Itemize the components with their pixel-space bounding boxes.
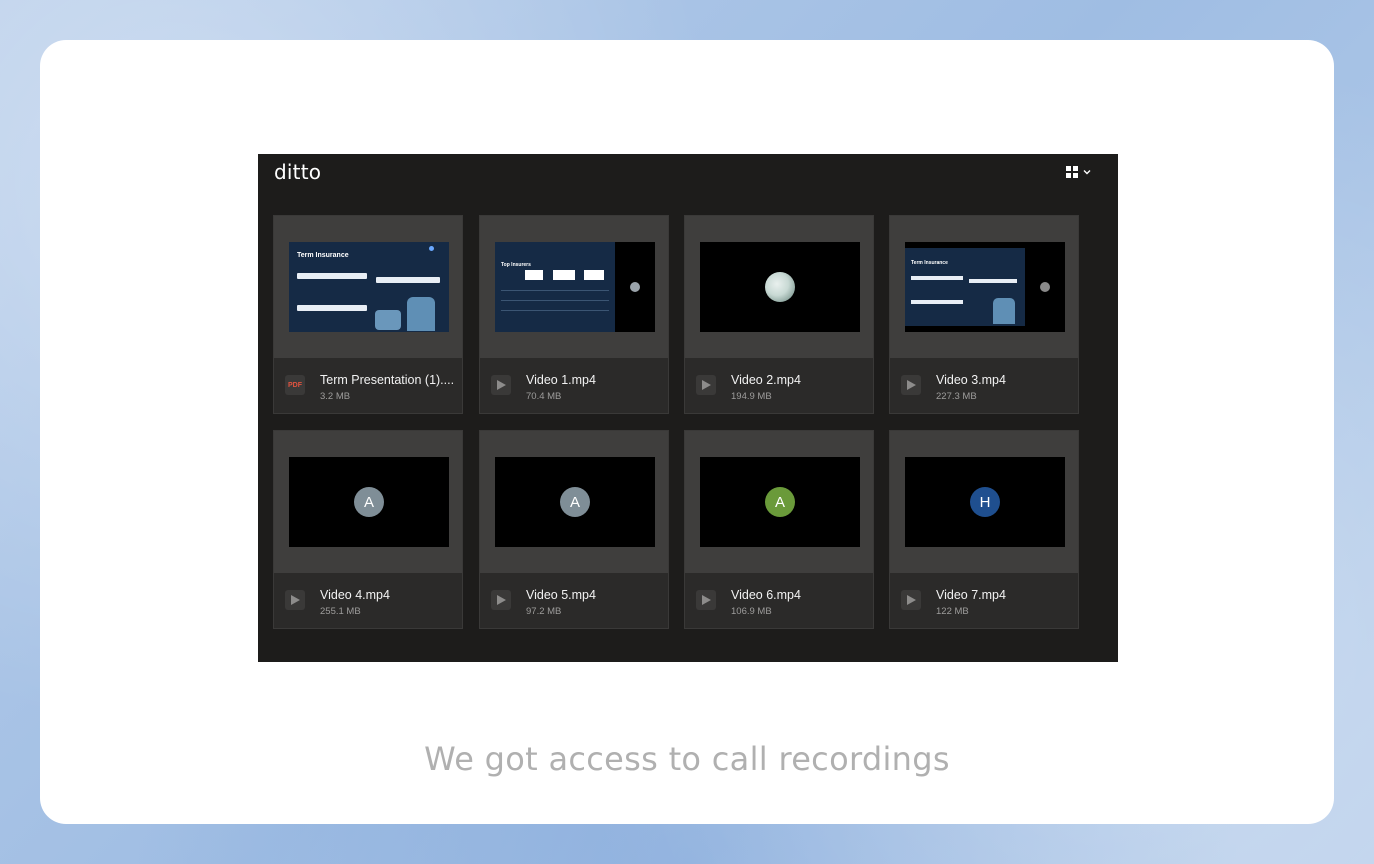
file-thumbnail-area: Term Insurance <box>274 216 462 358</box>
file-thumbnail-area: Term Insurance <box>890 216 1078 358</box>
file-name: Video 5.mp4 <box>526 588 596 602</box>
slide-title: Term Insurance <box>911 260 948 266</box>
file-tile[interactable]: A Video 4.mp4 255.1 MB <box>273 430 463 629</box>
play-icon <box>901 590 921 610</box>
file-browser-window: ditto Term Insurance PDF Term Presentati… <box>258 154 1118 662</box>
play-icon <box>901 375 921 395</box>
file-size: 122 MB <box>936 606 969 617</box>
participant-photo <box>765 272 795 302</box>
file-info: Video 1.mp4 70.4 MB <box>480 358 668 413</box>
file-size: 106.9 MB <box>731 606 772 617</box>
file-thumbnail-area: H <box>890 431 1078 573</box>
file-name: Video 6.mp4 <box>731 588 801 602</box>
participant-avatar: A <box>354 487 384 517</box>
video-thumbnail: Top Insurers <box>495 242 655 332</box>
file-info: Video 6.mp4 106.9 MB <box>685 573 873 628</box>
file-info: Video 7.mp4 122 MB <box>890 573 1078 628</box>
view-toggle-button[interactable] <box>1066 164 1096 180</box>
file-info: Video 4.mp4 255.1 MB <box>274 573 462 628</box>
slide-caption: We got access to call recordings <box>424 740 950 778</box>
video-thumbnail: A <box>700 457 860 547</box>
play-icon <box>285 590 305 610</box>
file-tile[interactable]: A Video 6.mp4 106.9 MB <box>684 430 874 629</box>
grid-view-icon <box>1066 166 1078 178</box>
slide-title: Term Insurance <box>297 252 349 259</box>
file-thumbnail-area: Top Insurers <box>480 216 668 358</box>
participant-avatar: A <box>560 487 590 517</box>
participant-avatar: H <box>970 487 1000 517</box>
file-name: Video 3.mp4 <box>936 373 1006 387</box>
play-icon <box>696 590 716 610</box>
file-name: Video 1.mp4 <box>526 373 596 387</box>
chevron-down-icon <box>1083 170 1091 175</box>
play-icon <box>491 590 511 610</box>
file-name: Term Presentation (1).... <box>320 373 455 387</box>
file-thumbnail-area: A <box>274 431 462 573</box>
file-tile[interactable]: Video 2.mp4 194.9 MB <box>684 215 874 414</box>
slide-title: Top Insurers <box>501 262 531 268</box>
file-name: Video 4.mp4 <box>320 588 390 602</box>
file-tile[interactable]: H Video 7.mp4 122 MB <box>889 430 1079 629</box>
video-thumbnail: A <box>495 457 655 547</box>
background-frame: ditto Term Insurance PDF Term Presentati… <box>0 0 1374 864</box>
file-info: Video 5.mp4 97.2 MB <box>480 573 668 628</box>
file-size: 70.4 MB <box>526 391 562 402</box>
play-icon <box>491 375 511 395</box>
file-size: 194.9 MB <box>731 391 772 402</box>
file-tile[interactable]: Term Insurance PDF Term Presentation (1)… <box>273 215 463 414</box>
video-thumbnail <box>700 242 860 332</box>
file-tile[interactable]: Term Insurance Video 3.mp4 227.3 MB <box>889 215 1079 414</box>
file-size: 255.1 MB <box>320 606 361 617</box>
pdf-file-icon: PDF <box>285 375 305 395</box>
file-info: Video 2.mp4 194.9 MB <box>685 358 873 413</box>
file-tile[interactable]: A Video 5.mp4 97.2 MB <box>479 430 669 629</box>
participant-avatar: A <box>765 487 795 517</box>
app-logo: ditto <box>274 160 322 184</box>
video-thumbnail: A <box>289 457 449 547</box>
file-tile[interactable]: Top Insurers Video 1.mp4 70.4 MB <box>479 215 669 414</box>
video-thumbnail: Term Insurance <box>905 242 1065 332</box>
play-icon <box>696 375 716 395</box>
file-name: Video 7.mp4 <box>936 588 1006 602</box>
file-info: Video 3.mp4 227.3 MB <box>890 358 1078 413</box>
video-thumbnail: H <box>905 457 1065 547</box>
file-size: 3.2 MB <box>320 391 351 402</box>
file-size: 97.2 MB <box>526 606 562 617</box>
file-name: Video 2.mp4 <box>731 373 801 387</box>
slide-thumbnail: Term Insurance <box>289 242 449 332</box>
file-info: PDF Term Presentation (1).... 3.2 MB <box>274 358 462 413</box>
file-thumbnail-area: A <box>685 431 873 573</box>
file-thumbnail-area: A <box>480 431 668 573</box>
file-thumbnail-area <box>685 216 873 358</box>
file-size: 227.3 MB <box>936 391 977 402</box>
